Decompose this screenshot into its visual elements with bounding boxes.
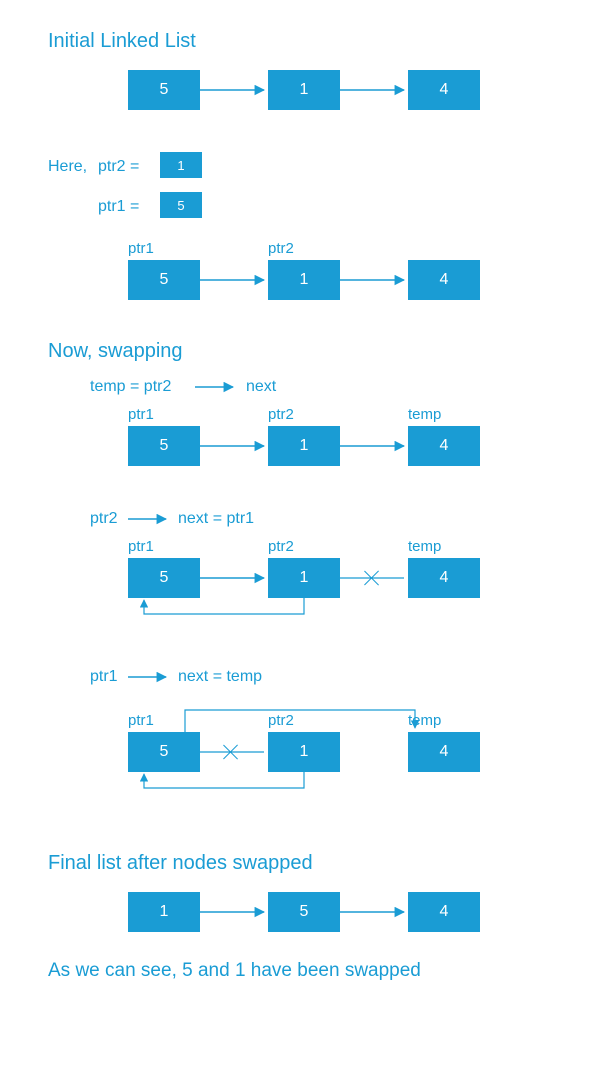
expr-ptr1-left: ptr1 (90, 668, 118, 686)
ptr2-label-1: ptr2 (268, 240, 294, 257)
arrow-final-1 (340, 912, 408, 914)
ptr1-label-2: ptr1 (128, 406, 154, 423)
node-final-2: 4 (408, 892, 480, 932)
expr-temp-right: next (246, 378, 276, 396)
ptr1-label-3: ptr1 (128, 538, 154, 555)
ptr2-label-3: ptr2 (268, 538, 294, 555)
expr-ptr2-right: next = ptr1 (178, 510, 254, 528)
node-p1n-0: 5 (128, 732, 200, 772)
arrow-initial-1 (340, 90, 408, 92)
small-node-ptr2: 1 (160, 152, 202, 178)
conclusion-text: As we can see, 5 and 1 have been swapped (48, 960, 421, 982)
ptr2-eq-label: ptr2 = (98, 158, 139, 176)
expr-temp-arrow (195, 387, 237, 389)
heading-swapping: Now, swapping (48, 340, 183, 363)
ptr1-eq-label: ptr1 = (98, 198, 139, 216)
arrow-temp-1 (340, 446, 408, 448)
ptr2-label-2: ptr2 (268, 406, 294, 423)
node-p2n-1: 1 (268, 558, 340, 598)
node-initial-1: 1 (268, 70, 340, 110)
arrow-initial-0 (200, 90, 268, 92)
cross-icon-1 (363, 569, 381, 587)
node-initial-2: 4 (408, 70, 480, 110)
node-temp-0: 5 (128, 426, 200, 466)
arrow-p1n-over (185, 704, 421, 734)
node-p2n-0: 5 (128, 558, 200, 598)
arrow-p2n-0 (200, 578, 268, 580)
expr-ptr2-left: ptr2 (90, 510, 118, 528)
temp-label-2: temp (408, 406, 441, 423)
expr-ptr1-right: next = temp (178, 668, 262, 686)
arrow-p2n-back (140, 598, 320, 628)
arrow-p1n-back (140, 772, 320, 802)
heading-initial: Initial Linked List (48, 30, 196, 53)
node-p1n-2: 4 (408, 732, 480, 772)
node-temp-2: 4 (408, 426, 480, 466)
node-p1n-1: 1 (268, 732, 340, 772)
cross-icon-2 (222, 743, 240, 761)
arrow-final-0 (200, 912, 268, 914)
heading-final: Final list after nodes swapped (48, 852, 313, 875)
node-p2n-2: 4 (408, 558, 480, 598)
node-labeled-0: 5 (128, 260, 200, 300)
ptr1-label-1: ptr1 (128, 240, 154, 257)
node-labeled-2: 4 (408, 260, 480, 300)
arrow-labeled-1 (340, 280, 408, 282)
expr-ptr1-arrow (128, 677, 170, 679)
here-label: Here, (48, 158, 87, 176)
expr-temp-left: temp = ptr2 (90, 378, 171, 396)
arrow-labeled-0 (200, 280, 268, 282)
node-final-1: 5 (268, 892, 340, 932)
node-initial-0: 5 (128, 70, 200, 110)
temp-label-3: temp (408, 538, 441, 555)
small-node-ptr1: 5 (160, 192, 202, 218)
node-labeled-1: 1 (268, 260, 340, 300)
node-final-0: 1 (128, 892, 200, 932)
node-temp-1: 1 (268, 426, 340, 466)
arrow-temp-0 (200, 446, 268, 448)
ptr1-label-4: ptr1 (128, 712, 154, 729)
expr-ptr2-arrow (128, 519, 170, 521)
